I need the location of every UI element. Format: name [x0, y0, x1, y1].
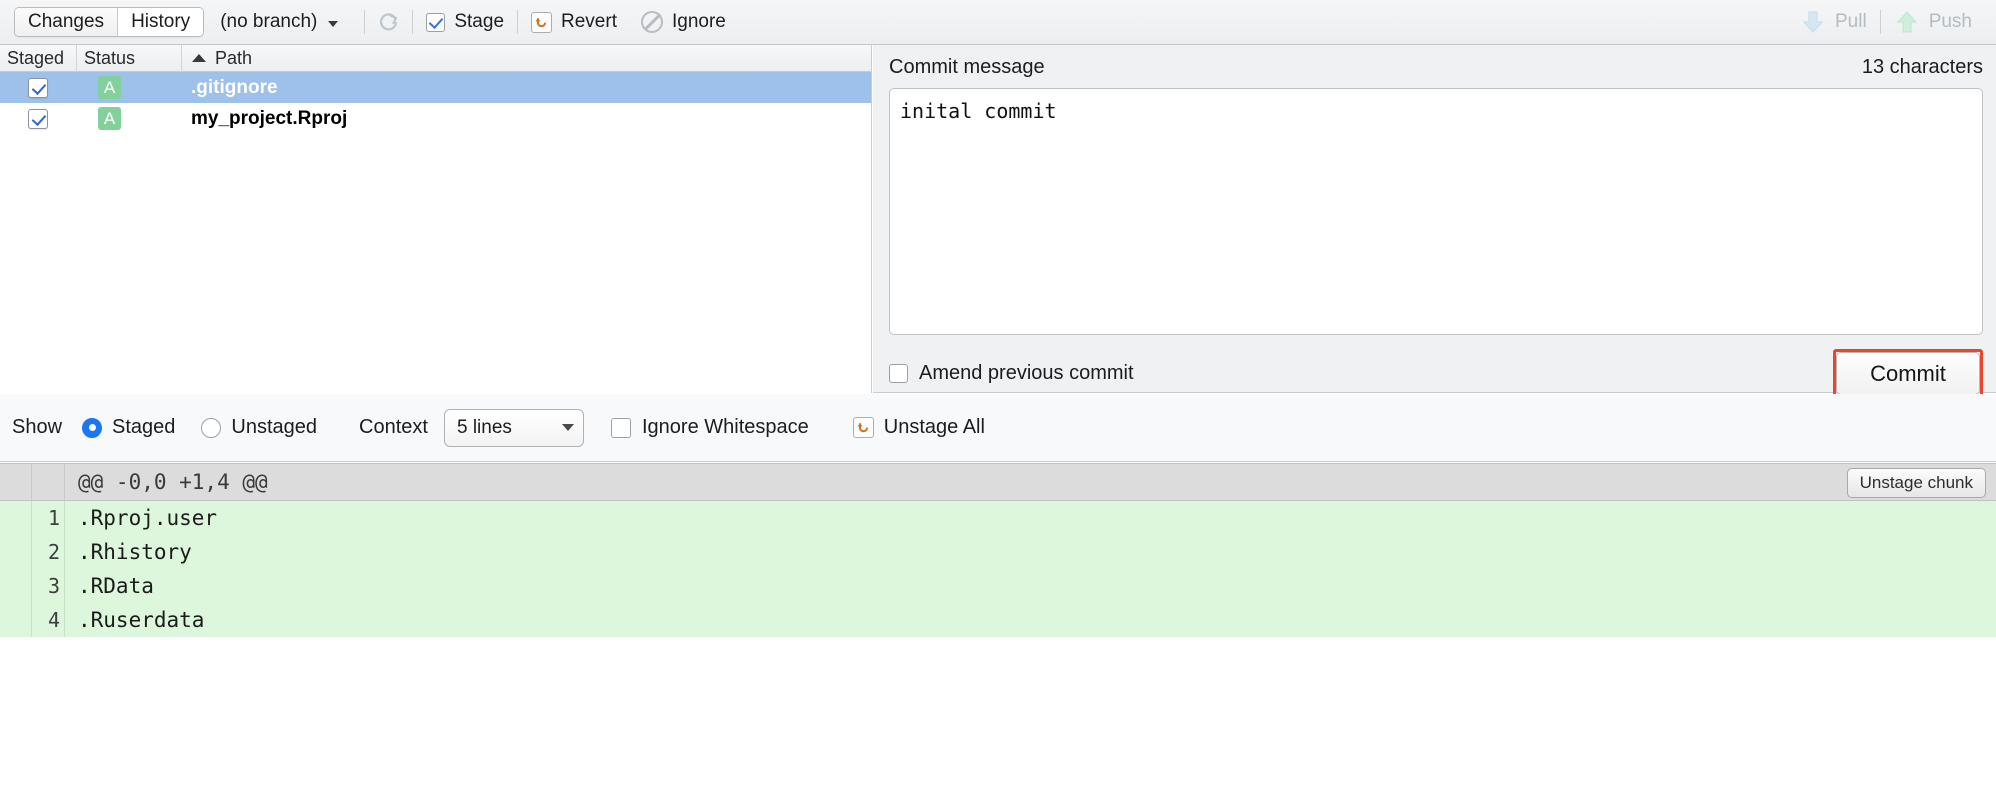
diff-line-gutter-old	[0, 535, 32, 569]
ignore-circle-slash-icon	[640, 11, 663, 33]
table-row[interactable]: A my_project.Rproj	[0, 103, 871, 134]
radio-unstaged[interactable]: Unstaged	[201, 416, 317, 439]
checkbox-check-icon	[426, 12, 446, 32]
status-badge: A	[98, 76, 121, 99]
amend-previous-commit-option[interactable]: Amend previous commit	[889, 362, 1134, 385]
revert-arrow-icon	[531, 11, 553, 33]
toolbar-divider	[364, 10, 366, 34]
column-header-path[interactable]: Path	[181, 44, 871, 72]
stage-button[interactable]: Stage	[426, 11, 504, 33]
commit-button[interactable]: Commit	[1836, 352, 1980, 395]
arrow-down-icon	[1800, 10, 1826, 34]
refresh-icon	[378, 12, 399, 33]
unstage-all-button[interactable]: Unstage All	[852, 416, 985, 439]
diff-line-text: .Rhistory	[78, 540, 192, 564]
diff-line-number: 4	[32, 603, 65, 637]
ignore-whitespace-checkbox[interactable]	[610, 417, 631, 438]
path-cell: my_project.Rproj	[191, 107, 348, 129]
staged-cell[interactable]	[0, 77, 76, 98]
column-header-path-label: Path	[215, 47, 253, 68]
status-badge: A	[98, 107, 121, 130]
commit-message-input[interactable]: inital commit	[889, 88, 1983, 335]
commit-panel: Commit message 13 characters inital comm…	[873, 45, 1996, 398]
path-cell: .gitignore	[191, 76, 278, 98]
diff-line-gutter-old	[0, 603, 32, 637]
radio-staged-label: Staged	[112, 416, 176, 438]
diff-line-gutter-old	[0, 501, 32, 535]
radio-unstaged-label: Unstaged	[231, 416, 318, 438]
amend-checkbox[interactable]	[889, 364, 908, 383]
radio-staged-indicator[interactable]	[82, 417, 103, 438]
toolbar-divider	[517, 10, 519, 34]
push-label: Push	[1928, 11, 1972, 32]
diff-line-gutter-old	[0, 569, 32, 603]
staged-cell[interactable]	[0, 108, 76, 129]
tab-changes[interactable]: Changes	[15, 8, 118, 36]
context-label: Context	[359, 416, 428, 438]
diff-line-added[interactable]: 3 .RData	[0, 569, 1996, 603]
diff-line-added[interactable]: 4 .Ruserdata	[0, 603, 1996, 637]
diff-line-text: .Ruserdata	[78, 608, 205, 632]
chunk-range-text: @@ -0,0 +1,4 @@	[78, 470, 268, 494]
pull-label: Pull	[1835, 11, 1867, 32]
git-toolbar: Changes History (no branch) Stage Revert	[0, 0, 1996, 45]
diff-options-bar: Show Staged Unstaged Context 5 lines Ign…	[0, 394, 1996, 462]
file-list-header: Staged Status Path	[0, 44, 871, 72]
unstage-all-label: Unstage All	[883, 416, 985, 438]
sort-ascending-icon	[192, 54, 206, 62]
diff-line-number: 1	[32, 501, 65, 535]
toolbar-divider	[412, 10, 414, 34]
revert-arrow-icon	[852, 417, 874, 438]
pull-button[interactable]: Pull	[1800, 10, 1867, 34]
diff-line-text: .RData	[78, 574, 154, 598]
branch-label: (no branch)	[220, 11, 318, 32]
column-header-status[interactable]: Status	[76, 44, 181, 72]
ignore-whitespace-label: Ignore Whitespace	[641, 416, 809, 438]
view-tab-group: Changes History	[14, 7, 205, 37]
unstage-chunk-button[interactable]: Unstage chunk	[1846, 468, 1986, 498]
revert-button[interactable]: Revert	[531, 11, 617, 33]
commit-button-highlight: Commit	[1833, 349, 1983, 398]
diff-line-added[interactable]: 1 .Rproj.user	[0, 501, 1996, 535]
diff-line-number: 2	[32, 535, 65, 569]
refresh-button[interactable]	[378, 12, 399, 33]
status-cell: A	[76, 107, 181, 130]
commit-message-label: Commit message	[889, 56, 1045, 78]
staged-checkbox[interactable]	[28, 77, 48, 98]
column-header-staged[interactable]: Staged	[0, 45, 76, 72]
chevron-down-icon	[328, 20, 339, 27]
chunk-gutter-old	[0, 464, 32, 500]
status-cell: A	[76, 76, 181, 99]
diff-chunk-header: @@ -0,0 +1,4 @@ Unstage chunk	[0, 463, 1996, 501]
diff-view: @@ -0,0 +1,4 @@ Unstage chunk 1 .Rproj.u…	[0, 463, 1996, 810]
ignore-button[interactable]: Ignore	[640, 11, 726, 33]
commit-panel-header: Commit message 13 characters	[889, 56, 1983, 79]
arrow-up-icon	[1894, 10, 1920, 34]
diff-line-number: 3	[32, 569, 65, 603]
ignore-label: Ignore	[671, 11, 726, 32]
diff-line-text: .Rproj.user	[78, 506, 218, 530]
chevron-down-icon	[561, 424, 574, 431]
table-row[interactable]: A .gitignore	[0, 72, 871, 103]
staged-checkbox[interactable]	[28, 108, 48, 129]
amend-label: Amend previous commit	[919, 362, 1134, 384]
tab-history[interactable]: History	[117, 8, 204, 36]
ignore-whitespace-option[interactable]: Ignore Whitespace	[610, 416, 809, 439]
revert-label: Revert	[561, 11, 617, 32]
commit-panel-footer: Amend previous commit Commit	[889, 349, 1983, 398]
context-lines-value: 5 lines	[456, 416, 512, 438]
radio-staged[interactable]: Staged	[82, 416, 175, 439]
toolbar-divider	[1879, 10, 1881, 34]
chunk-gutter-new	[32, 464, 65, 500]
show-label: Show	[12, 416, 63, 438]
diff-line-added[interactable]: 2 .Rhistory	[0, 535, 1996, 569]
branch-selector[interactable]: (no branch)	[220, 11, 339, 33]
character-count: 13 characters	[1861, 56, 1983, 78]
context-lines-select[interactable]: 5 lines	[443, 408, 584, 447]
push-button[interactable]: Push	[1894, 10, 1972, 34]
radio-unstaged-indicator[interactable]	[201, 417, 222, 438]
stage-label: Stage	[454, 11, 505, 32]
staged-file-list: Staged Status Path A .gitignore A my_pro…	[0, 44, 872, 393]
